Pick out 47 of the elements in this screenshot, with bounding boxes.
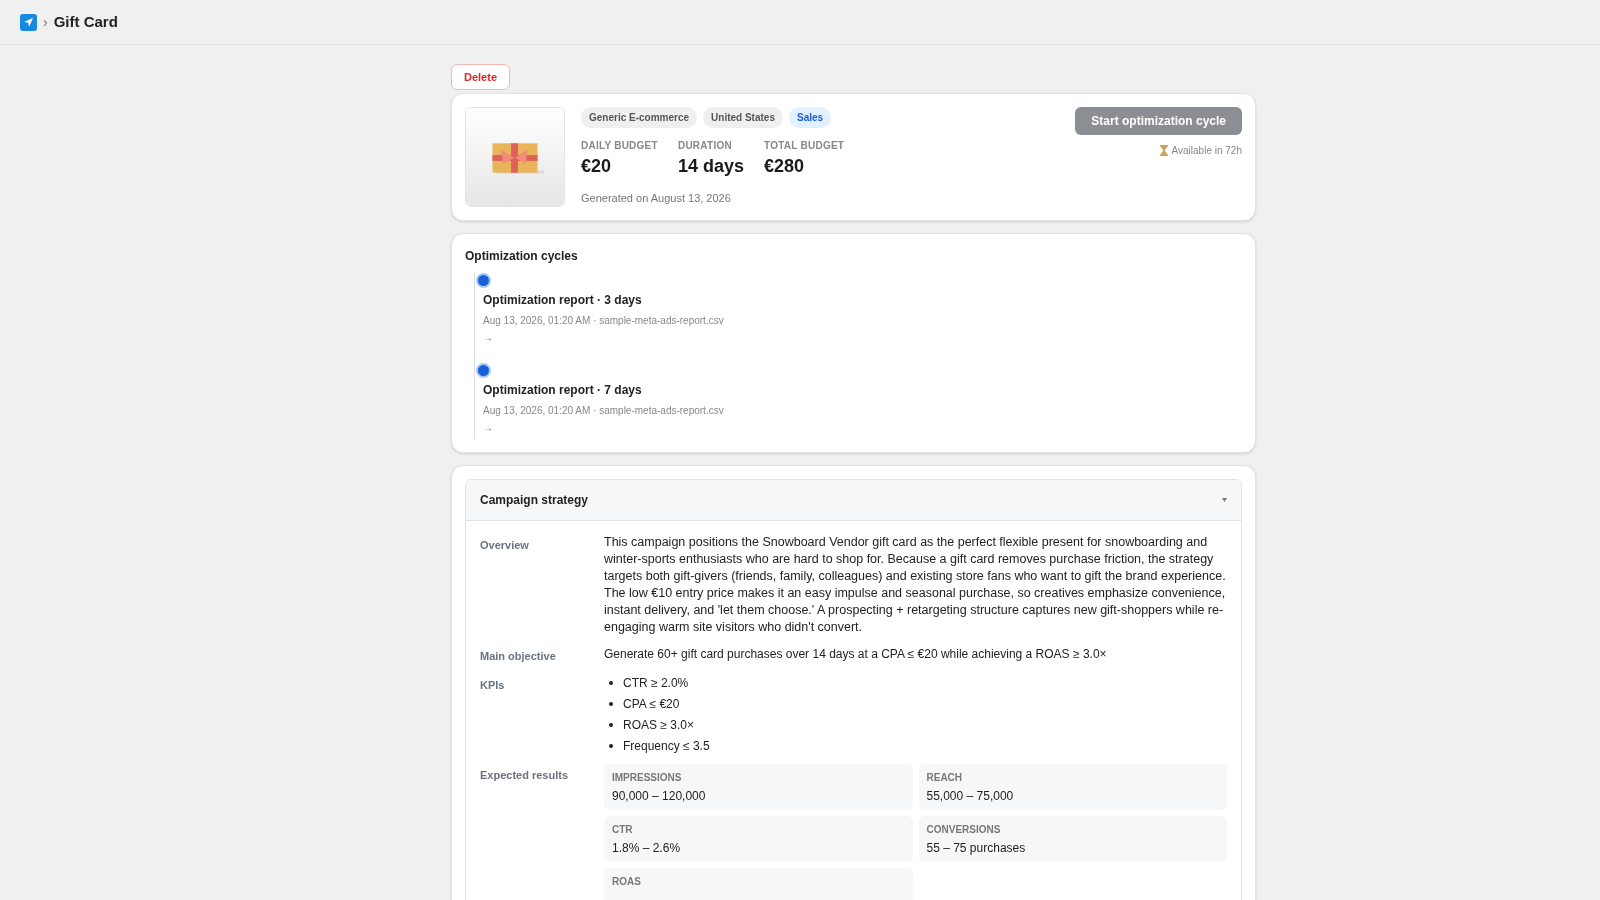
stat-value: 14 days: [677, 155, 744, 178]
delete-button[interactable]: Delete: [451, 64, 511, 90]
tag: Generic E-commerce: [581, 107, 698, 128]
availability-note: Available in 72h: [1171, 144, 1242, 158]
field-label: Overview: [480, 538, 530, 553]
kpi-item: CPA ≤ €20: [623, 695, 680, 713]
kpi-item: CTR ≥ 2.0%: [623, 674, 689, 692]
result-label: CONVERSIONS: [926, 822, 1002, 837]
report-meta: Aug 13, 2026, 01:20 AM · sample-meta-ads-report.csv: [483, 404, 725, 418]
bullet-icon: [609, 680, 613, 685]
strategy-accordion-header[interactable]: Campaign strategy: [466, 480, 1241, 521]
result-value: 55,000 – 75,000: [926, 787, 1015, 805]
stat-value: €280: [763, 155, 805, 178]
result-label: IMPRESSIONS: [612, 770, 683, 785]
stat-label: TOTAL BUDGET: [763, 139, 845, 153]
result-value: 90,000 – 120,000: [612, 787, 707, 805]
result-value: 1.8% – 2.6%: [612, 839, 682, 857]
generated-date: Generated on August 13, 2026: [581, 191, 732, 206]
bullet-icon: [609, 743, 613, 748]
objective-text: Generate 60+ gift card purchases over 14 days at a CPA ≤ €20 while achieving a ROAS ≥ 3.0×: [604, 646, 1108, 663]
result-value: 55 – 75 purchases: [926, 839, 1027, 857]
kpi-item: Frequency ≤ 3.5: [623, 737, 710, 755]
tag: United States: [703, 107, 783, 128]
result-label: CTR: [612, 822, 634, 837]
tag: Sales: [788, 107, 832, 128]
page-title: Gift Card: [53, 11, 118, 32]
hourglass-icon: [1159, 145, 1168, 156]
result-label: REACH: [926, 770, 964, 785]
report-title[interactable]: Optimization report · 7 days: [483, 381, 1242, 399]
kpi-item: ROAS ≥ 3.0×: [623, 716, 694, 734]
caret-icon: [1222, 498, 1227, 502]
stat-label: DURATION: [677, 139, 733, 153]
field-label: KPIs: [480, 677, 506, 693]
field-label: Expected results: [480, 767, 570, 783]
bullet-icon: [609, 722, 613, 727]
overview-paragraph: This campaign positions the Snowboard Vendor gift card as the perfect flexible present for snowboarding and winter-sports enthusiasts who are hard to shop for. Because a gift card removes purchase friction, the strategy targets both gift-givers (friends, family, colleagues) and existing store fans who want to gift the brand experience. The low €10 entry price makes it an easy impulse and seasonal purchase, so creatives emphasize convenience, instant delivery, and 'let them choose.' A prospecting + retargeting structure captures new gift-shoppers while re-engaging warm site visitors who didn't convert.: [604, 534, 1227, 636]
result-label: ROAS: [612, 874, 642, 889]
open-report-arrow[interactable]: →: [483, 330, 1242, 345]
breadcrumb-separator: ›: [43, 13, 48, 32]
field-label: Main objective: [480, 649, 557, 664]
section-title: Optimization cycles: [465, 248, 579, 265]
stat-value: €20: [581, 155, 613, 178]
open-report-arrow[interactable]: →: [483, 420, 1242, 435]
bullet-icon: [609, 701, 613, 706]
report-title[interactable]: Optimization report · 3 days: [483, 291, 1242, 309]
report-meta: Aug 13, 2026, 01:20 AM · sample-meta-ads-report.csv: [483, 314, 725, 328]
stat-label: DAILY BUDGET: [581, 139, 658, 153]
